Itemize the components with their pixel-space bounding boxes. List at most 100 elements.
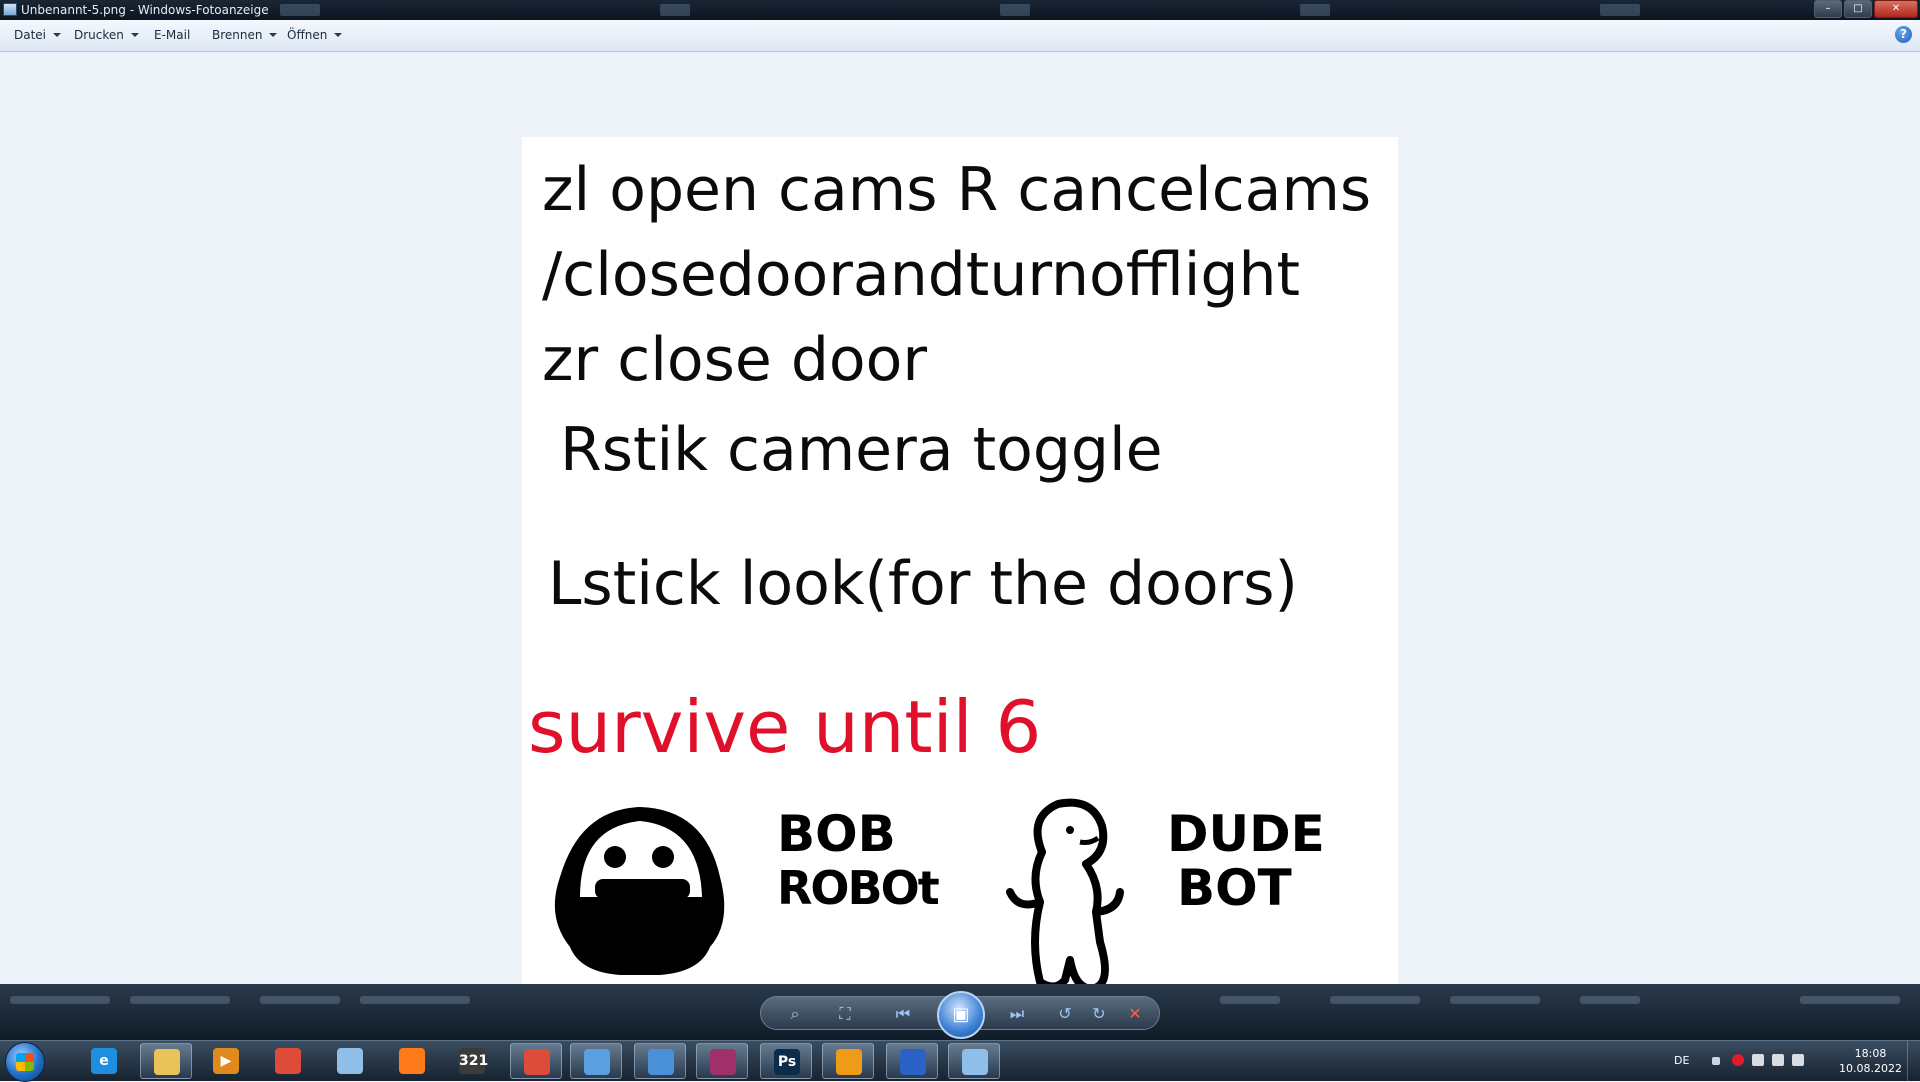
background-thumbnail-label (10, 996, 110, 1004)
background-thumbnail-label (360, 996, 470, 1004)
menu-brennen[interactable]: Brennen (212, 28, 278, 42)
image-viewport: zl open cams R cancelcams /closedoorandt… (0, 52, 1920, 1002)
instruction-line-4: Rstik camera toggle (560, 415, 1163, 485)
menu-email[interactable]: E-Mail (154, 28, 190, 42)
rotate-left-button[interactable]: ↺ (1053, 1003, 1077, 1025)
dropdown-caret-icon (53, 33, 62, 37)
media-player-taskbar-button[interactable]: ▶ (200, 1043, 252, 1079)
sonic-game-taskbar-button[interactable] (886, 1043, 938, 1079)
menu-label: E-Mail (154, 28, 191, 42)
background-window-hint (280, 4, 320, 16)
menu-bar: Datei Drucken E-Mail Brennen Öffnen ? (0, 20, 1920, 52)
start-button[interactable] (5, 1042, 45, 1082)
dropdown-caret-icon (130, 33, 139, 37)
taskbar: e ▶ 321 Ps DE 18:08 10.08.2022 (0, 1040, 1920, 1082)
instruction-line-1: zl open cams R cancelcams (542, 155, 1372, 225)
paint-icon (337, 1048, 363, 1074)
clock-date: 10.08.2022 (1839, 1062, 1902, 1075)
remote-desktop-icon (648, 1049, 674, 1075)
firefox-icon (399, 1048, 425, 1074)
menu-label: Drucken (74, 28, 124, 42)
background-thumbnail-label (1450, 996, 1540, 1004)
background-thumbnail-label (1800, 996, 1900, 1004)
file-explorer-taskbar-button[interactable] (140, 1043, 192, 1079)
window-controls: – □ ✕ (1814, 0, 1918, 18)
dropdown-caret-icon (269, 33, 278, 37)
bob-name-line-2: ROBOt (777, 861, 940, 915)
paint-window-taskbar-button[interactable] (948, 1043, 1000, 1079)
instruction-line-3: zr close door (542, 325, 928, 395)
internet-explorer-taskbar-button[interactable]: e (78, 1043, 130, 1079)
dropdown-caret-icon (334, 33, 343, 37)
background-thumbnail-label (260, 996, 340, 1004)
video-editor-taskbar-button[interactable]: 321 (446, 1043, 498, 1079)
instruction-line-2: /closedoorandturnofflight (542, 240, 1301, 310)
language-indicator[interactable]: DE (1674, 1054, 1689, 1067)
menu-label: Datei (14, 28, 47, 42)
background-window-hint (660, 4, 690, 16)
menu-oeffnen[interactable]: Öffnen (287, 28, 343, 42)
menu-label: Öffnen (287, 28, 328, 42)
network-signal-icon[interactable] (1792, 1054, 1804, 1066)
dude-name-line-1: DUDE (1167, 805, 1325, 863)
help-icon[interactable]: ? (1895, 26, 1912, 43)
bob-robot-drawing-icon (554, 807, 725, 975)
zoom-button[interactable]: ⌕ (783, 1003, 807, 1025)
photoshop-icon: Ps (774, 1049, 800, 1075)
sonic-game-icon (900, 1049, 926, 1075)
slideshow-button[interactable]: ▣ (937, 991, 985, 1039)
window-title: Unbenannt-5.png - Windows-Fotoanzeige (21, 3, 269, 17)
close-button[interactable]: ✕ (1874, 0, 1918, 18)
background-window-hint (1600, 4, 1640, 16)
fit-to-window-button[interactable]: ⛶ (833, 1003, 857, 1025)
photo-viewer-app-icon (3, 3, 17, 16)
rotate-right-button[interactable]: ↻ (1087, 1003, 1111, 1025)
photo-viewer-icon (584, 1049, 610, 1075)
volume-icon[interactable] (1772, 1054, 1784, 1066)
paint-taskbar-button[interactable] (324, 1043, 376, 1079)
menu-datei[interactable]: Datei (14, 28, 62, 42)
delete-button[interactable]: ✕ (1123, 1003, 1147, 1025)
maximize-button[interactable]: □ (1844, 0, 1872, 18)
background-window-hint (1300, 4, 1330, 16)
menu-drucken[interactable]: Drucken (74, 28, 139, 42)
chrome-window-taskbar-button[interactable] (510, 1043, 562, 1079)
background-thumbnail-label (130, 996, 230, 1004)
windows-logo-icon (16, 1053, 34, 1071)
bob-name-line-1: BOB (777, 805, 896, 863)
photo-viewer-taskbar-button[interactable] (570, 1043, 622, 1079)
file-explorer-icon (154, 1049, 180, 1075)
chrome-taskbar-button[interactable] (262, 1043, 314, 1079)
clock-time: 18:08 (1854, 1047, 1887, 1060)
background-window-hint (1000, 4, 1030, 16)
video-editor-icon: 321 (459, 1048, 488, 1074)
chrome-icon (275, 1048, 301, 1074)
clock[interactable]: 18:08 10.08.2022 (1839, 1046, 1902, 1076)
photoshop-taskbar-button[interactable]: Ps (760, 1043, 812, 1079)
viewer-control-bar: ⌕ ⛶ ⏮ ▣ ⏭ ↺ ↻ ✕ (0, 984, 1920, 1040)
background-thumbnail-label (1580, 996, 1640, 1004)
chrome-window-icon (524, 1049, 550, 1075)
tray-expand-icon[interactable] (1712, 1057, 1720, 1065)
dude-bot-drawing-icon (1006, 798, 1124, 993)
internet-explorer-icon: e (91, 1048, 117, 1074)
firefox-taskbar-button[interactable] (386, 1043, 438, 1079)
minimize-button[interactable]: – (1814, 0, 1842, 18)
background-thumbnail-label (1220, 996, 1280, 1004)
winrar-icon (710, 1049, 736, 1075)
show-desktop-button[interactable] (1907, 1041, 1920, 1081)
media-player-icon: ▶ (213, 1048, 239, 1074)
winrar-taskbar-button[interactable] (696, 1043, 748, 1079)
dude-name-line-2: BOT (1177, 859, 1292, 917)
antivirus-tray-icon[interactable] (1732, 1054, 1744, 1066)
action-center-flag-icon[interactable] (1752, 1054, 1764, 1066)
background-thumbnail-label (1330, 996, 1420, 1004)
fl-studio-taskbar-button[interactable] (822, 1043, 874, 1079)
remote-desktop-taskbar-button[interactable] (634, 1043, 686, 1079)
next-button[interactable]: ⏭ (1005, 1003, 1029, 1025)
viewer-control-pill: ⌕ ⛶ ⏮ ▣ ⏭ ↺ ↻ ✕ (760, 991, 1160, 1039)
paint-window-icon (962, 1049, 988, 1075)
menu-label: Brennen (212, 28, 263, 42)
title-bar: Unbenannt-5.png - Windows-Fotoanzeige – … (0, 0, 1920, 20)
previous-button[interactable]: ⏮ (891, 1003, 915, 1025)
